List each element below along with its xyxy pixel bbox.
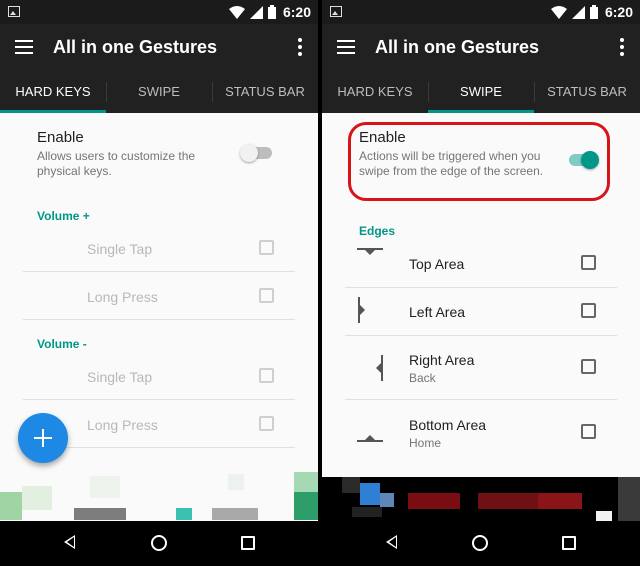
edge-label-bottom: Bottom Area <box>409 417 487 433</box>
gallery-notification-icon <box>330 6 342 17</box>
cell-signal-icon: R <box>250 5 263 19</box>
clock: 6:20 <box>604 4 633 20</box>
checkbox-volume-down-long-press[interactable] <box>259 416 274 431</box>
edge-sub-right: Back <box>409 371 436 385</box>
checkbox-right-area[interactable] <box>581 359 596 374</box>
svg-text:R: R <box>251 10 256 16</box>
cell-signal-icon: R <box>572 5 585 19</box>
row-label: Long Press <box>87 417 158 433</box>
section-header-edges: Edges <box>359 224 396 238</box>
row-label: Long Press <box>87 289 158 305</box>
tab-hard-keys[interactable]: HARD KEYS <box>0 72 106 113</box>
back-icon[interactable] <box>64 535 75 549</box>
checkbox-volume-up-single-tap[interactable] <box>259 240 274 255</box>
edge-sub-bottom: Home <box>409 436 442 450</box>
divider <box>23 271 295 272</box>
add-fab-button[interactable] <box>18 413 68 463</box>
right-edge-icon <box>376 355 383 381</box>
recents-icon[interactable] <box>562 536 576 550</box>
tab-bar: HARD KEYS SWIPE STATUS BAR <box>322 72 640 113</box>
divider <box>23 319 295 320</box>
enable-description: Allows users to customize the physical k… <box>37 149 196 178</box>
battery-icon <box>268 5 276 19</box>
system-nav-bar <box>0 521 318 566</box>
phone-screen-hard-keys: R 6:20 All in one Gestures HARD KEYS SWI… <box>0 0 318 566</box>
tab-status-bar[interactable]: STATUS BAR <box>534 72 640 113</box>
divider <box>23 399 295 400</box>
checkbox-bottom-area[interactable] <box>581 424 596 439</box>
row-label: Single Tap <box>87 369 153 385</box>
divider <box>345 335 617 336</box>
checkbox-top-area[interactable] <box>581 255 596 270</box>
system-nav-bar <box>322 521 640 566</box>
status-bar: R 6:20 <box>322 0 640 24</box>
home-icon[interactable] <box>151 535 167 551</box>
status-bar: R 6:20 <box>0 0 318 24</box>
enable-description: Actions will be triggered when you swipe… <box>359 149 544 178</box>
svg-text:R: R <box>573 10 578 16</box>
bottom-edge-icon <box>357 435 383 442</box>
clock: 6:20 <box>282 4 311 20</box>
checkbox-volume-down-single-tap[interactable] <box>259 368 274 383</box>
divider <box>345 287 617 288</box>
app-title: All in one Gestures <box>375 37 540 57</box>
app-bar: All in one Gestures <box>322 24 640 72</box>
app-bar: All in one Gestures <box>0 24 318 72</box>
edge-label-top: Top Area <box>409 256 465 272</box>
hamburger-menu-icon[interactable] <box>15 40 33 54</box>
back-icon[interactable] <box>386 535 397 549</box>
tab-swipe[interactable]: SWIPE <box>428 72 534 113</box>
tab-hard-keys[interactable]: HARD KEYS <box>322 72 428 113</box>
gallery-notification-icon <box>8 6 20 17</box>
overflow-menu-icon[interactable] <box>294 38 306 58</box>
top-edge-icon <box>357 248 383 255</box>
tab-bar: HARD KEYS SWIPE STATUS BAR <box>0 72 318 113</box>
home-icon[interactable] <box>472 535 488 551</box>
pixelated-ad-banner <box>322 477 640 522</box>
checkbox-volume-up-long-press[interactable] <box>259 288 274 303</box>
divider <box>345 399 617 400</box>
pixelated-ad-banner <box>0 472 318 522</box>
phone-screen-swipe: R 6:20 All in one Gestures HARD KEYS SWI… <box>322 0 640 566</box>
swipe-content: Enable Actions will be triggered when yo… <box>322 113 640 518</box>
enable-title: Enable <box>37 129 84 146</box>
recents-icon[interactable] <box>241 536 255 550</box>
app-title: All in one Gestures <box>53 37 218 57</box>
checkbox-left-area[interactable] <box>581 303 596 318</box>
battery-icon <box>590 5 598 19</box>
section-header-volume-up: Volume + <box>37 209 90 223</box>
left-edge-icon <box>358 297 365 323</box>
tab-swipe[interactable]: SWIPE <box>106 72 212 113</box>
hamburger-menu-icon[interactable] <box>337 40 355 54</box>
enable-title: Enable <box>359 129 406 146</box>
tab-status-bar[interactable]: STATUS BAR <box>212 72 318 113</box>
edge-label-left: Left Area <box>409 304 466 320</box>
wifi-icon <box>229 5 245 19</box>
row-label: Single Tap <box>87 241 153 257</box>
overflow-menu-icon[interactable] <box>616 38 628 58</box>
section-header-volume-down: Volume - <box>37 337 87 351</box>
edge-label-right: Right Area <box>409 352 475 368</box>
wifi-icon <box>551 5 567 19</box>
